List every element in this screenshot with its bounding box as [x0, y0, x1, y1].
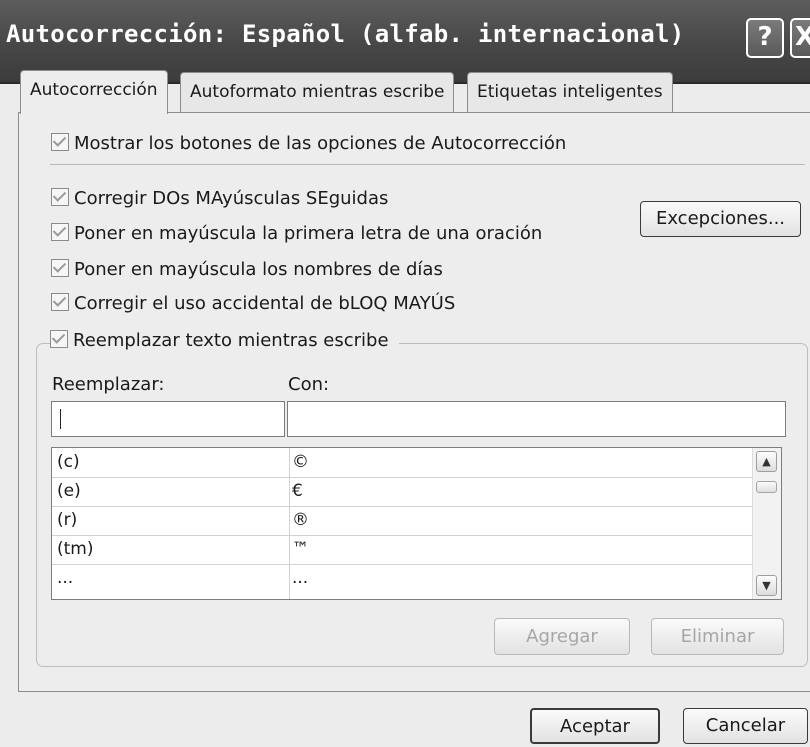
checkbox-show-buttons[interactable] [51, 133, 69, 151]
chevron-up-icon[interactable]: ▲ [756, 451, 777, 472]
two-initial-caps-label: Corregir DOs MAyúsculas SEguidas [74, 188, 389, 209]
caps-lock-label: Corregir el uso accidental de bLOQ MAYÚS [74, 293, 456, 314]
scrollbar-thumb[interactable] [756, 481, 777, 493]
list-item-from: (c) [57, 452, 80, 472]
list-item-from: (tm) [57, 539, 94, 559]
list-item[interactable]: (e) € [52, 477, 753, 507]
add-button[interactable]: Agregar [494, 618, 630, 655]
list-item-to: € [292, 481, 303, 501]
replace-label: Reemplazar: [52, 374, 165, 395]
delete-button[interactable]: Eliminar [651, 618, 784, 655]
checkbox-caps-lock[interactable] [51, 293, 69, 311]
list-item-to: ™ [292, 539, 309, 559]
list-item-to: ... [292, 568, 309, 588]
tab-autocorreccion[interactable]: Autocorrección [20, 70, 168, 114]
window-title: Autocorrección: Español (alfab. internac… [6, 20, 685, 48]
list-item[interactable]: (tm) ™ [52, 535, 753, 565]
checkbox-capitalize-days[interactable] [51, 259, 69, 277]
list-item[interactable]: (c) © [52, 448, 753, 478]
replace-text-option[interactable]: Reemplazar texto mientras escribe [50, 330, 399, 351]
checkbox-capitalize-sentences[interactable] [51, 223, 69, 241]
ok-button[interactable]: Aceptar [530, 708, 660, 744]
capitalize-days-label: Poner en mayúscula los nombres de días [74, 259, 443, 280]
two-initial-caps-option[interactable]: Corregir DOs MAyúsculas SEguidas [51, 188, 388, 209]
close-button[interactable]: X [790, 18, 810, 58]
list-item[interactable]: ... ... [52, 564, 753, 593]
capitalize-sentences-label: Poner en mayúscula la primera letra de u… [74, 223, 543, 244]
chevron-down-icon[interactable]: ▼ [756, 575, 777, 596]
list-item-from: (r) [57, 510, 78, 530]
divider [50, 164, 805, 165]
show-buttons-option[interactable]: Mostrar los botones de las opciones de A… [51, 133, 566, 154]
list-item-to: ® [292, 510, 309, 530]
tab-autoformato[interactable]: Autoformato mientras escribe [180, 72, 455, 112]
list-item-from: (e) [57, 481, 81, 501]
text-caret [60, 409, 61, 429]
help-button[interactable]: ? [746, 18, 784, 58]
capitalize-days-option[interactable]: Poner en mayúscula los nombres de días [51, 259, 443, 280]
checkbox-two-initial-caps[interactable] [51, 188, 69, 206]
replace-input[interactable] [51, 401, 285, 437]
list-scrollbar[interactable]: ▲ ▼ [752, 448, 781, 599]
caps-lock-option[interactable]: Corregir el uso accidental de bLOQ MAYÚS [51, 293, 455, 314]
list-item-to: © [292, 452, 309, 472]
list-item[interactable]: (r) ® [52, 506, 753, 536]
exceptions-button[interactable]: Excepciones... [640, 201, 801, 237]
checkbox-replace-text[interactable] [50, 330, 68, 348]
tab-etiquetas[interactable]: Etiquetas inteligentes [467, 72, 673, 112]
capitalize-sentences-option[interactable]: Poner en mayúscula la primera letra de u… [51, 223, 542, 244]
show-buttons-label: Mostrar los botones de las opciones de A… [74, 133, 567, 154]
replacement-list[interactable]: (c) © (e) € (r) ® (tm) ™ ... ... ▲ ▼ [51, 447, 782, 600]
with-input[interactable] [287, 401, 786, 437]
list-item-from: ... [57, 568, 74, 588]
replace-text-label: Reemplazar texto mientras escribe [73, 330, 389, 351]
cancel-button[interactable]: Cancelar [683, 708, 808, 744]
with-label: Con: [288, 374, 330, 395]
